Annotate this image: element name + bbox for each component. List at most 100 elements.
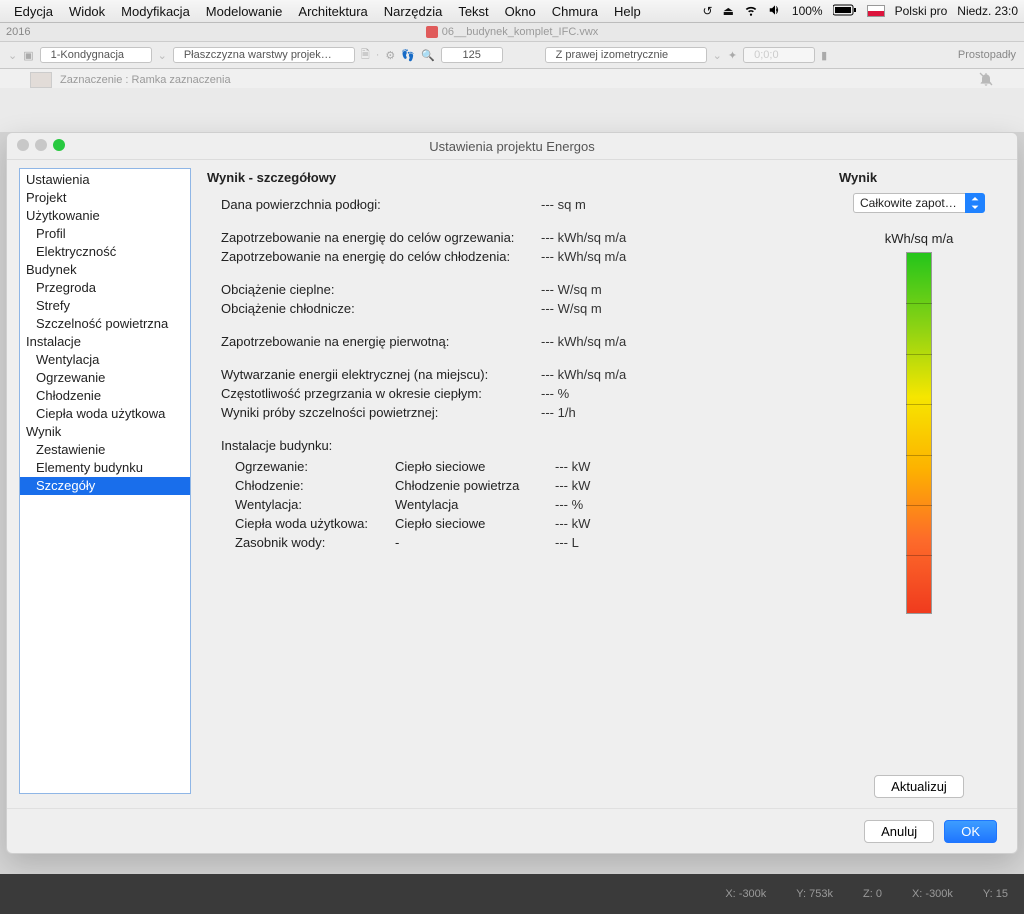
sidebar-item-12[interactable]: Chłodzenie [20, 387, 190, 405]
detail-title: Wynik - szczegółowy [207, 170, 815, 185]
app-year: 2016 [6, 26, 30, 38]
install-type: Ciepło sieciowe [395, 516, 555, 531]
gear-icon[interactable]: ⚙ [385, 49, 395, 62]
status-y2: Y: 15 [983, 888, 1008, 900]
new-doc-icon[interactable]: 🗎 [361, 46, 370, 65]
sidebar-item-10[interactable]: Wentylacja [20, 351, 190, 369]
menu-narzedzia[interactable]: Narzędzia [376, 4, 451, 19]
zoom-combo[interactable]: 125 [441, 47, 503, 63]
install-type: Wentylacja [395, 497, 555, 512]
update-button[interactable]: Aktualizuj [874, 775, 964, 798]
sidebar-item-17[interactable]: Szczegóły [20, 477, 190, 495]
install-value: --- kW [555, 516, 590, 531]
walk-icon[interactable]: 👣 [401, 49, 415, 62]
dialog-footer: Anuluj OK [7, 808, 1017, 853]
install-type: Chłodzenie powietrza [395, 478, 555, 493]
install-row: Ciepła woda użytkowa:Ciepło sieciowe--- … [235, 516, 815, 531]
dialog-titlebar: Ustawienia projektu Energos [7, 133, 1017, 160]
install-value: --- kW [555, 478, 590, 493]
detail-label: Wyniki próby szczelności powietrznej: [221, 405, 541, 420]
sidebar-item-6[interactable]: Przegroda [20, 279, 190, 297]
detail-row: Wytwarzanie energii elektrycznej (na mie… [221, 367, 815, 382]
menu-modyfikacja[interactable]: Modyfikacja [113, 4, 198, 19]
language-label: Polski pro [895, 4, 948, 18]
detail-value: --- kWh/sq m/a [541, 230, 626, 245]
install-value: --- % [555, 497, 583, 512]
detail-row: Zapotrzebowanie na energię do celów chło… [221, 249, 815, 264]
detail-row: Częstotliwość przegrzania w okresie ciep… [221, 386, 815, 401]
sidebar-item-3[interactable]: Profil [20, 225, 190, 243]
install-row: Ogrzewanie:Ciepło sieciowe--- kW [235, 459, 815, 474]
menu-edycja[interactable]: Edycja [6, 4, 61, 19]
coord-box[interactable]: 0;0;0 [743, 47, 815, 63]
status-x2: X: -300k [912, 888, 953, 900]
install-title: Instalacje budynku: [221, 438, 815, 453]
traffic-zoom[interactable] [53, 139, 65, 151]
sidebar-item-16[interactable]: Elementy budynku [20, 459, 190, 477]
detail-value: --- W/sq m [541, 282, 602, 297]
sidebar-item-8[interactable]: Szczelność powietrzna [20, 315, 190, 333]
volume-icon[interactable] [768, 3, 782, 20]
energos-dialog: Ustawienia projektu Energos UstawieniaPr… [6, 132, 1018, 854]
view-combo[interactable]: Z prawej izometrycznie [545, 47, 707, 63]
sidebar-item-0[interactable]: Ustawienia [20, 171, 190, 189]
result-title: Wynik [839, 170, 877, 185]
detail-value: --- kWh/sq m/a [541, 367, 626, 382]
sidebar-item-9[interactable]: Instalacje [20, 333, 190, 351]
detail-label: Zapotrzebowanie na energię pierwotną: [221, 334, 541, 349]
sidebar-item-13[interactable]: Ciepła woda użytkowa [20, 405, 190, 423]
detail-value: --- 1/h [541, 405, 576, 420]
detail-value: --- W/sq m [541, 301, 602, 316]
traffic-min[interactable] [35, 139, 47, 151]
sidebar-item-15[interactable]: Zestawienie [20, 441, 190, 459]
detail-label: Dana powierzchnia podłogi: [221, 197, 541, 212]
eject-icon[interactable]: ⏏ [723, 4, 734, 18]
sidebar-item-14[interactable]: Wynik [20, 423, 190, 441]
install-label: Wentylacja: [235, 497, 395, 512]
result-unit: kWh/sq m/a [885, 231, 954, 246]
sidebar-item-2[interactable]: Użytkowanie [20, 207, 190, 225]
app-toolbar: ⌄ ▣ 1-Kondygnacja ⌄ Płaszczyzna warstwy … [0, 42, 1024, 69]
wifi-icon[interactable] [744, 3, 758, 20]
cancel-button[interactable]: Anuluj [864, 820, 934, 843]
plane-combo[interactable]: Płaszczyzna warstwy projek… [173, 47, 355, 63]
detail-row: Dana powierzchnia podłogi:--- sq m [221, 197, 815, 212]
axis-icon[interactable]: ✦ [728, 49, 737, 62]
menu-help[interactable]: Help [606, 4, 649, 19]
chevron-updown-icon [965, 193, 985, 213]
detail-panel: Wynik - szczegółowy Dana powierzchnia po… [207, 170, 815, 798]
menu-architektura[interactable]: Architektura [290, 4, 375, 19]
install-row: Zasobnik wody:---- L [235, 535, 815, 550]
status-z: Z: 0 [863, 888, 882, 900]
detail-row: Obciążenie chłodnicze:--- W/sq m [221, 301, 815, 316]
clock-label: Niedz. 23:0 [957, 4, 1018, 18]
sidebar-item-4[interactable]: Elektryczność [20, 243, 190, 261]
ok-button[interactable]: OK [944, 820, 997, 843]
menu-modelowanie[interactable]: Modelowanie [198, 4, 291, 19]
sidebar-item-1[interactable]: Projekt [20, 189, 190, 207]
menu-widok[interactable]: Widok [61, 4, 113, 19]
dialog-title: Ustawienia projektu Energos [429, 139, 594, 154]
layer-combo[interactable]: 1-Kondygnacja [40, 47, 152, 63]
menu-okno[interactable]: Okno [497, 4, 544, 19]
notify-icon[interactable] [978, 71, 994, 90]
result-combo[interactable]: Całkowite zapotr… [853, 193, 985, 213]
sidebar-item-5[interactable]: Budynek [20, 261, 190, 279]
menu-chmura[interactable]: Chmura [544, 4, 606, 19]
flag-icon[interactable] [867, 5, 885, 17]
detail-label: Zapotrzebowanie na energię do celów ogrz… [221, 230, 541, 245]
selection-text: Zaznaczenie : Ramka zaznaczenia [60, 74, 231, 86]
traffic-close[interactable] [17, 139, 29, 151]
zoom-icon[interactable]: 🔍 [421, 49, 435, 62]
sidebar-item-11[interactable]: Ogrzewanie [20, 369, 190, 387]
section-icon[interactable]: ▮ [821, 49, 827, 62]
sidebar-item-7[interactable]: Strefy [20, 297, 190, 315]
timemachine-icon[interactable]: ↺ [703, 4, 713, 18]
cube-icon[interactable]: ▣ [23, 49, 33, 62]
install-label: Ciepła woda użytkowa: [235, 516, 395, 531]
install-row: Chłodzenie:Chłodzenie powietrza--- kW [235, 478, 815, 493]
menu-tekst[interactable]: Tekst [450, 4, 496, 19]
result-combo-text: Całkowite zapotr… [853, 193, 965, 213]
battery-icon[interactable] [833, 4, 857, 19]
install-type: Ciepło sieciowe [395, 459, 555, 474]
